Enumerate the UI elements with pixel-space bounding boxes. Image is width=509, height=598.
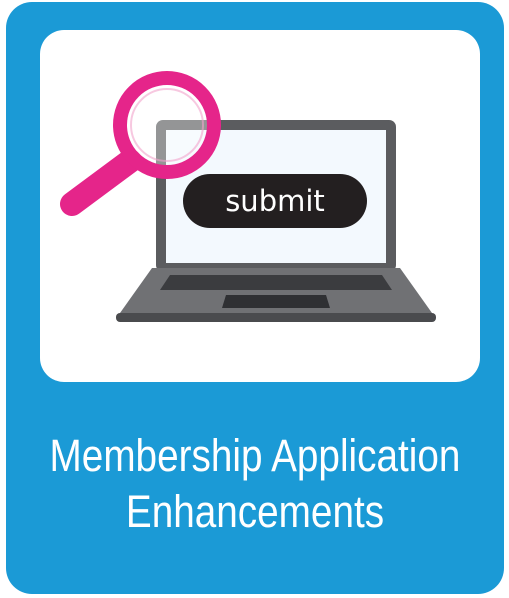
tile-title-line-2: Enhancements (125, 486, 385, 537)
tile-title: Membership Application Enhancements (41, 428, 469, 540)
tile-title-line-1: Membership Application (49, 430, 461, 481)
submit-button-graphic: submit (183, 174, 367, 228)
submit-label: submit (225, 184, 325, 218)
illustration: submit (60, 71, 436, 322)
